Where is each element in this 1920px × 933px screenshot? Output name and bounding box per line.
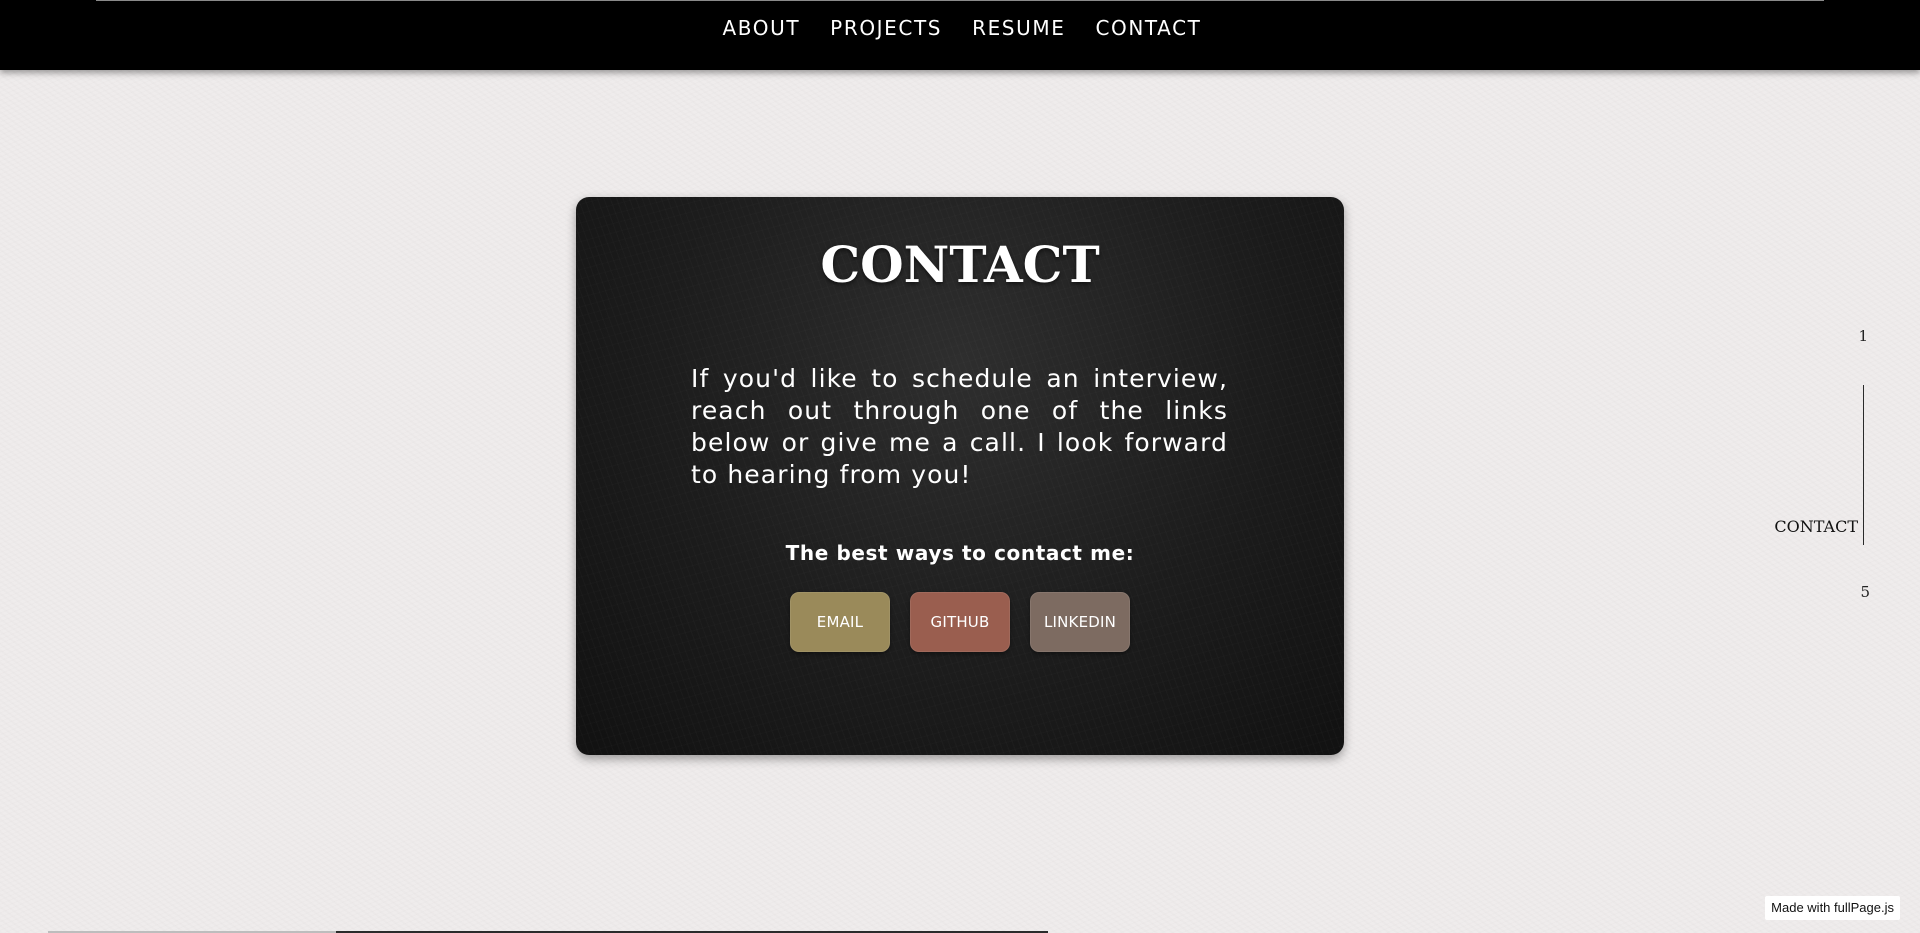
side-nav-active-label[interactable]: CONTACT <box>1774 517 1858 537</box>
side-nav-line <box>1863 385 1864 545</box>
top-navbar: ABOUT PROJECTS RESUME CONTACT <box>0 0 1920 70</box>
contact-button-row: EMAIL GITHUB LINKEDIN <box>576 592 1344 652</box>
side-nav-first-number[interactable]: 1 <box>1858 327 1868 345</box>
made-with-badge[interactable]: Made with fullPage.js <box>1765 896 1900 920</box>
github-button[interactable]: GITHUB <box>910 592 1010 652</box>
contact-subtitle: The best ways to contact me: <box>785 541 1135 565</box>
contact-description: If you'd like to schedule an interview, … <box>691 364 1228 489</box>
contact-card: CONTACT If you'd like to schedule an int… <box>576 197 1344 755</box>
main-nav: ABOUT PROJECTS RESUME CONTACT <box>0 14 1920 42</box>
contact-title: CONTACT <box>820 235 1100 294</box>
nav-link-resume[interactable]: RESUME <box>972 14 1065 42</box>
email-button[interactable]: EMAIL <box>790 592 890 652</box>
nav-link-contact[interactable]: CONTACT <box>1095 14 1201 42</box>
nav-link-projects[interactable]: PROJECTS <box>830 14 942 42</box>
section-side-nav: 1 CONTACT 5 <box>1760 320 1920 620</box>
side-nav-last-number[interactable]: 5 <box>1860 583 1870 601</box>
nav-link-about[interactable]: ABOUT <box>723 14 801 42</box>
linkedin-button[interactable]: LINKEDIN <box>1030 592 1130 652</box>
navbar-top-rule <box>96 0 1824 1</box>
